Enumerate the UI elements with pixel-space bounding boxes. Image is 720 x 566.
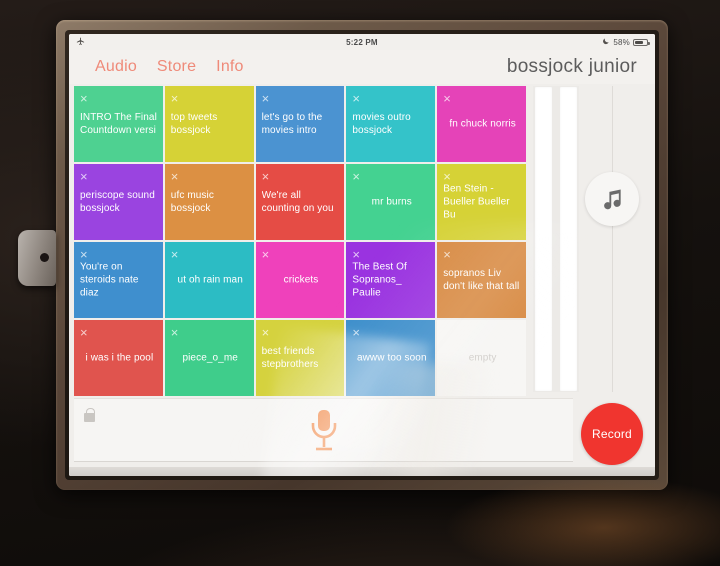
app-body: × INTRO The Final Countdown versi × top twe… bbox=[69, 84, 655, 476]
status-bar-clock: 5:22 PM bbox=[346, 37, 378, 47]
sound-tile-label: movies outro bossjock bbox=[352, 112, 411, 136]
music-note-icon[interactable] bbox=[585, 172, 639, 226]
fader-panel bbox=[533, 86, 579, 392]
battery-percent-label: 58% bbox=[613, 37, 630, 47]
battery-icon bbox=[632, 38, 650, 46]
sound-tile[interactable]: × INTRO The Final Countdown versi bbox=[74, 86, 163, 162]
volume-fader-right[interactable] bbox=[560, 87, 577, 391]
music-track-rail bbox=[612, 86, 613, 392]
nav-link-info[interactable]: Info bbox=[216, 58, 244, 76]
sound-tile[interactable]: × best friends stepbrothers bbox=[255, 320, 345, 396]
close-icon[interactable]: × bbox=[262, 92, 339, 105]
close-icon[interactable]: × bbox=[80, 92, 157, 105]
sound-tile-label: top tweets bossjock bbox=[170, 112, 218, 136]
sound-tile[interactable]: × We're all counting on you bbox=[255, 164, 345, 240]
volume-fader-left[interactable] bbox=[535, 87, 552, 391]
sound-cart-grid: × INTRO The Final Countdown versi × top twe… bbox=[74, 86, 526, 396]
sound-tile-label: crickets bbox=[283, 274, 319, 286]
sound-tile[interactable]: × Ben Stein - Bueller Bueller Bu bbox=[437, 164, 526, 240]
sound-tile-label: You're on steroids nate diaz bbox=[80, 261, 139, 299]
nav-link-store[interactable]: Store bbox=[157, 58, 196, 76]
sound-tile[interactable]: × mr burns bbox=[346, 164, 436, 240]
sound-tile[interactable]: × crickets bbox=[255, 242, 345, 318]
sound-tile[interactable]: × The Best Of Sopranos_ Paulie bbox=[346, 242, 436, 318]
photo-scene: 5:22 PM 58% Audio Store Info bossjock ju… bbox=[0, 0, 720, 566]
sound-tile[interactable]: × ufc music bossjock bbox=[164, 164, 254, 240]
close-icon[interactable]: × bbox=[352, 248, 429, 261]
close-icon[interactable]: × bbox=[171, 326, 248, 339]
case-clasp bbox=[18, 230, 56, 286]
app-title: bossjock junior bbox=[506, 56, 637, 77]
close-icon[interactable]: × bbox=[443, 248, 520, 261]
sound-tile-label: awww too soon bbox=[356, 352, 427, 364]
sound-tile[interactable]: × fn chuck norris bbox=[437, 86, 526, 162]
airplane-icon bbox=[76, 37, 85, 48]
close-icon[interactable]: × bbox=[443, 92, 520, 105]
sound-tile-label: i was i the pool bbox=[85, 352, 154, 364]
status-bar-left bbox=[76, 37, 265, 48]
sound-tile[interactable]: × sopranos Liv don't like that tall bbox=[437, 242, 526, 318]
battery-fill bbox=[634, 40, 643, 44]
close-icon[interactable]: × bbox=[443, 170, 520, 183]
sound-tile-label: periscope sound bossjock bbox=[80, 190, 155, 214]
close-icon[interactable]: × bbox=[262, 248, 339, 261]
moon-icon bbox=[602, 37, 610, 47]
recording-timeline[interactable] bbox=[74, 398, 573, 462]
close-icon[interactable]: × bbox=[80, 326, 157, 339]
sound-tile-label: empty bbox=[468, 352, 497, 364]
sound-tile[interactable]: × You're on steroids nate diaz bbox=[74, 242, 163, 318]
close-icon[interactable]: × bbox=[352, 170, 429, 183]
tablet-case: 5:22 PM 58% Audio Store Info bossjock ju… bbox=[18, 20, 668, 490]
sound-tile[interactable]: × top tweets bossjock bbox=[164, 86, 254, 162]
camera-lens-icon bbox=[40, 253, 49, 262]
sound-tile-label: Ben Stein - Bueller Bueller Bu bbox=[443, 183, 510, 221]
sound-tile-label: mr burns bbox=[371, 196, 412, 208]
close-icon[interactable]: × bbox=[80, 248, 157, 261]
close-icon[interactable]: × bbox=[352, 92, 429, 105]
record-button-label: Record bbox=[592, 427, 632, 441]
nav-link-audio[interactable]: Audio bbox=[95, 58, 137, 76]
sound-tile[interactable]: empty bbox=[437, 320, 526, 396]
sound-tile-label: The Best Of Sopranos_ Paulie bbox=[352, 261, 407, 299]
sound-tile[interactable]: × awww too soon bbox=[346, 320, 436, 396]
lock-icon bbox=[84, 408, 95, 422]
ios-status-bar: 5:22 PM 58% bbox=[69, 34, 655, 50]
sound-tile-label: fn chuck norris bbox=[449, 118, 516, 130]
sound-tile[interactable]: × i was i the pool bbox=[74, 320, 163, 396]
status-bar-right: 58% bbox=[459, 37, 650, 47]
microphone-icon[interactable] bbox=[307, 408, 341, 459]
close-icon[interactable]: × bbox=[171, 170, 248, 183]
app-nav-bar: Audio Store Info bossjock junior bbox=[69, 50, 655, 84]
sound-tile-label: We're all counting on you bbox=[261, 190, 334, 214]
screen-bottom-edge bbox=[69, 467, 655, 476]
close-icon[interactable]: × bbox=[262, 170, 339, 183]
sound-tile-label: sopranos Liv don't like that tall bbox=[443, 268, 520, 292]
sound-tile[interactable]: × movies outro bossjock bbox=[346, 86, 436, 162]
close-icon[interactable]: × bbox=[171, 92, 248, 105]
record-button[interactable]: Record bbox=[581, 403, 643, 465]
sound-tile[interactable]: × periscope sound bossjock bbox=[74, 164, 163, 240]
sound-tile-label: piece_o_me bbox=[182, 352, 238, 364]
sound-tile-label: INTRO The Final Countdown versi bbox=[80, 112, 157, 136]
close-icon[interactable]: × bbox=[80, 170, 157, 183]
sound-tile-label: best friends stepbrothers bbox=[261, 346, 319, 370]
close-icon[interactable]: × bbox=[262, 326, 339, 339]
tablet-screen: 5:22 PM 58% Audio Store Info bossjock ju… bbox=[69, 34, 655, 476]
sound-tile-label: let's go to the movies intro bbox=[261, 112, 323, 136]
sound-tile[interactable]: × ut oh rain man bbox=[164, 242, 254, 318]
sound-tile[interactable]: × piece_o_me bbox=[164, 320, 254, 396]
close-icon[interactable]: × bbox=[171, 248, 248, 261]
sound-tile-label: ut oh rain man bbox=[177, 274, 243, 286]
sound-tile-label: ufc music bossjock bbox=[170, 190, 214, 214]
tablet-bezel: 5:22 PM 58% Audio Store Info bossjock ju… bbox=[65, 30, 659, 480]
close-icon[interactable]: × bbox=[352, 326, 429, 339]
sound-tile[interactable]: × let's go to the movies intro bbox=[255, 86, 345, 162]
